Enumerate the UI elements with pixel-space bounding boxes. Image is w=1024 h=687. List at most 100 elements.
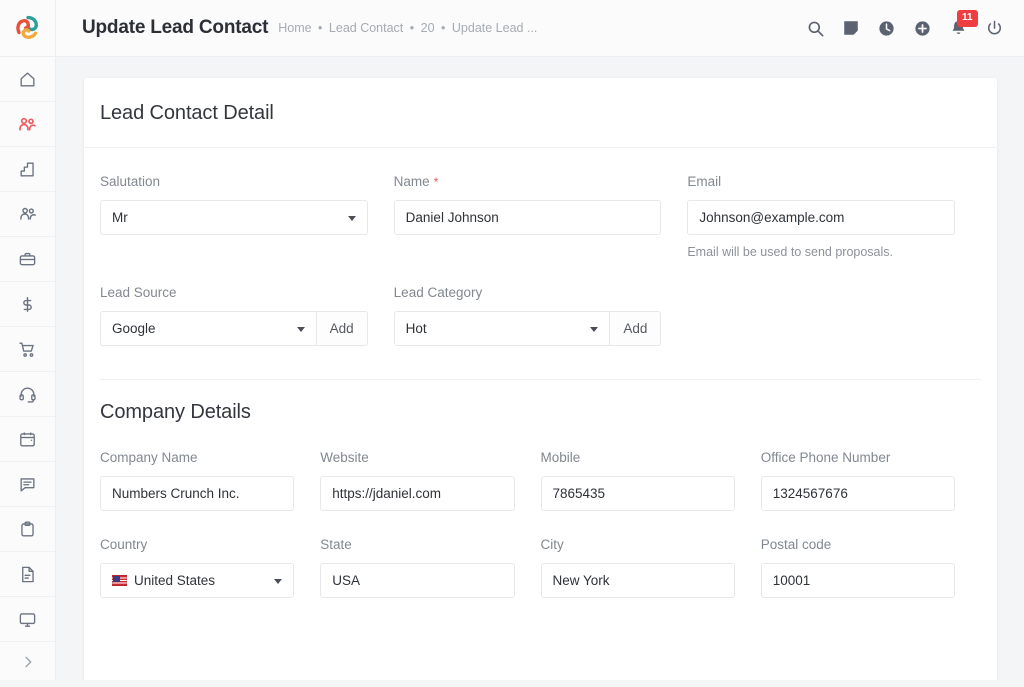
- field-group-country: Country United States: [100, 537, 320, 598]
- sidebar-item-projects[interactable]: [0, 237, 55, 282]
- website-input[interactable]: [320, 476, 515, 511]
- sidebar-item-dashboard[interactable]: [0, 57, 55, 102]
- dollar-icon: [18, 295, 37, 314]
- country-value: United States: [134, 573, 216, 588]
- top-navigation-bar: Update Lead Contact Home • Lead Contact …: [56, 0, 1024, 57]
- lead-category-label: Lead Category: [393, 285, 483, 300]
- chevron-down-icon: [347, 215, 356, 221]
- breadcrumb-separator: •: [409, 21, 415, 35]
- form-row-contact: Salutation Mr Name* Email Email will be: [100, 148, 981, 259]
- note-icon[interactable]: [842, 19, 860, 37]
- form-row-address: Country United States State City P: [100, 511, 981, 598]
- breadcrumb-item-home[interactable]: Home: [278, 21, 311, 35]
- name-label: Name *: [394, 174, 662, 189]
- salutation-value: Mr: [112, 210, 128, 225]
- card-body: Salutation Mr Name* Email Email will be: [84, 148, 997, 598]
- breadcrumb: Home • Lead Contact • 20 • Update Lead .…: [278, 21, 537, 35]
- sidebar-item-support[interactable]: [0, 372, 55, 417]
- email-input[interactable]: [687, 200, 956, 235]
- field-group-email: Email Email will be used to send proposa…: [687, 174, 981, 259]
- office-phone-label: Office Phone Number: [760, 450, 891, 465]
- state-input[interactable]: [320, 563, 515, 598]
- country-select[interactable]: United States: [100, 563, 295, 598]
- search-icon[interactable]: [806, 19, 825, 38]
- company-name-input[interactable]: [100, 476, 295, 511]
- required-asterisk: *: [433, 175, 439, 189]
- field-group-mobile: Mobile: [540, 450, 761, 511]
- plus-circle-icon[interactable]: [913, 19, 932, 38]
- company-name-label: Company Name: [100, 450, 198, 465]
- postal-code-label: Postal code: [760, 537, 832, 552]
- breadcrumb-separator: •: [318, 21, 323, 35]
- name-label-text: Name: [393, 174, 430, 189]
- sidebar-item-orders[interactable]: [0, 327, 55, 372]
- breadcrumb-item-id[interactable]: 20: [421, 21, 435, 35]
- leads-people-icon: [17, 114, 38, 135]
- chevron-down-icon: [590, 326, 599, 332]
- field-group-state: State: [320, 537, 540, 598]
- salutation-select[interactable]: Mr: [100, 200, 368, 235]
- sidebar-item-clients[interactable]: [0, 192, 55, 237]
- sidebar-item-events[interactable]: [0, 417, 55, 462]
- document-icon: [18, 565, 37, 584]
- add-lead-source-button[interactable]: Add: [315, 311, 368, 346]
- worksuite-logo-icon: [15, 15, 38, 39]
- city-input[interactable]: [540, 563, 735, 598]
- sidebar-item-leads[interactable]: [0, 102, 55, 147]
- card-header: Lead Contact Detail: [84, 78, 997, 148]
- sidebar-item-tasks[interactable]: [0, 507, 55, 552]
- lead-source-label: Lead Source: [100, 285, 177, 300]
- chevron-right-icon: [20, 654, 36, 675]
- clock-icon[interactable]: [877, 19, 896, 38]
- field-group-spacer: [687, 285, 981, 346]
- field-group-company-name: Company Name: [100, 450, 320, 511]
- monitor-icon: [18, 610, 37, 629]
- field-group-lead-category: Lead Category Hot Add: [393, 285, 688, 346]
- company-details-title: Company Details: [100, 401, 251, 423]
- card-title: Lead Contact Detail: [100, 102, 274, 124]
- breadcrumb-separator: •: [441, 21, 446, 35]
- field-group-name: Name *: [393, 174, 688, 259]
- briefcase-icon: [18, 250, 37, 269]
- home-icon: [18, 70, 37, 89]
- sidebar-item-knowledge[interactable]: [0, 597, 55, 642]
- form-row-company: Company Name Website Mobile Office Phone…: [100, 424, 981, 511]
- lead-source-value: Google: [112, 321, 156, 336]
- add-lead-category-button[interactable]: Add: [609, 311, 662, 346]
- topbar-action-icons: 11: [806, 9, 1004, 38]
- name-input[interactable]: [393, 200, 662, 235]
- mobile-input[interactable]: [540, 476, 735, 511]
- field-group-city: City: [540, 537, 761, 598]
- state-label: State: [320, 537, 352, 552]
- email-help-text: Email will be used to send proposals.: [687, 245, 894, 259]
- power-icon[interactable]: [985, 19, 1004, 38]
- breadcrumb-item-current: Update Lead ...: [451, 21, 538, 35]
- sidebar-item-finance[interactable]: [0, 282, 55, 327]
- city-label: City: [540, 537, 564, 552]
- country-label: Country: [100, 537, 148, 552]
- left-sidebar: [0, 0, 56, 680]
- lead-category-select[interactable]: Hot: [393, 311, 610, 346]
- chevron-down-icon: [296, 326, 305, 332]
- users-icon: [18, 204, 38, 224]
- field-group-salutation: Salutation Mr: [100, 174, 394, 259]
- sidebar-item-messages[interactable]: [0, 462, 55, 507]
- lead-contact-form-card: Lead Contact Detail Salutation Mr Name*: [84, 78, 997, 680]
- clipboard-icon: [18, 520, 37, 539]
- lead-source-select[interactable]: Google: [100, 311, 316, 346]
- breadcrumb-item-lead-contact[interactable]: Lead Contact: [329, 21, 403, 35]
- email-label: Email: [687, 174, 722, 189]
- sidebar-expand-toggle[interactable]: [0, 642, 55, 687]
- sidebar-item-reports[interactable]: [0, 147, 55, 192]
- app-logo[interactable]: [0, 0, 55, 57]
- calendar-icon: [18, 430, 37, 449]
- sidebar-item-notices[interactable]: [0, 552, 55, 597]
- salutation-label: Salutation: [100, 174, 161, 189]
- field-group-office-phone: Office Phone Number: [760, 450, 981, 511]
- lead-source-input-group: Google Add: [100, 311, 368, 346]
- postal-code-input[interactable]: [760, 563, 955, 598]
- notification-count-badge: 11: [957, 9, 978, 27]
- bell-icon[interactable]: 11: [949, 9, 978, 38]
- office-phone-input[interactable]: [760, 476, 955, 511]
- chat-icon: [18, 475, 37, 494]
